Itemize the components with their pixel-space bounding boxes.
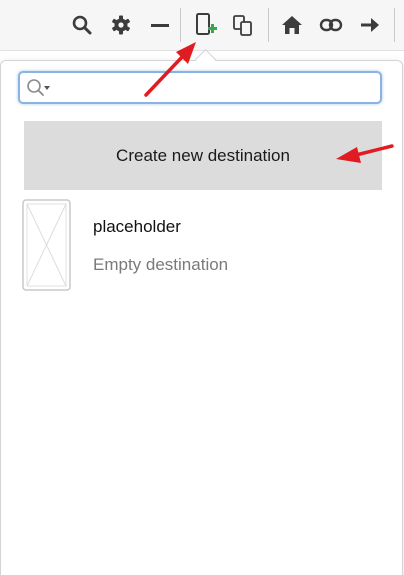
search-icon (72, 15, 92, 35)
search-field[interactable] (18, 71, 382, 104)
create-destination-label: Create new destination (116, 145, 290, 165)
search-button[interactable] (68, 10, 96, 40)
link-icon (319, 18, 343, 32)
search-dropdown-icon (27, 79, 50, 96)
destination-list-item[interactable]: placeholder Empty destination (22, 199, 382, 291)
toolbar-divider (268, 8, 269, 42)
home-button[interactable] (278, 10, 306, 40)
page-thumbnail-icon (22, 199, 71, 291)
toolbar-divider (394, 8, 395, 42)
arrow-right-icon (361, 18, 379, 32)
search-input[interactable] (54, 75, 378, 102)
minus-icon (151, 24, 169, 27)
copy-button[interactable] (229, 10, 257, 40)
toolbar (0, 0, 404, 51)
screen: Create new destination placeholder Empty… (0, 0, 404, 575)
copy-icon (233, 15, 252, 36)
toolbar-divider (180, 8, 181, 42)
gear-icon (112, 15, 130, 35)
home-icon (282, 16, 302, 34)
destination-title: placeholder (93, 217, 181, 236)
next-button[interactable] (356, 10, 384, 40)
link-button[interactable] (317, 10, 345, 40)
new-destination-button[interactable] (192, 10, 220, 40)
destination-subtitle: Empty destination (93, 255, 229, 274)
settings-button[interactable] (107, 10, 135, 40)
collapse-button[interactable] (146, 10, 174, 40)
add-document-icon (196, 13, 217, 35)
create-destination-button[interactable]: Create new destination (24, 121, 382, 190)
